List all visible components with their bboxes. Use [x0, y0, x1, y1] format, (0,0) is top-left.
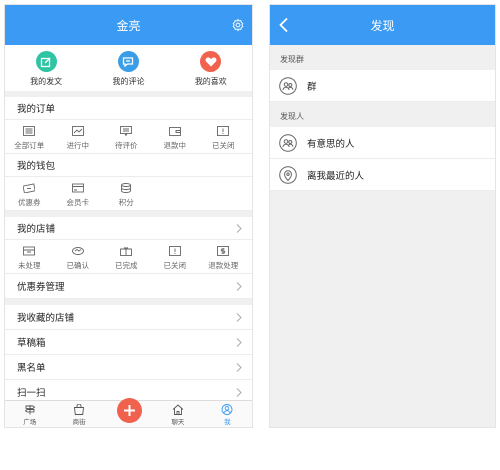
house-icon	[172, 404, 184, 415]
section-label: 发现群	[270, 45, 495, 70]
discover-screen: 发现 发现群 群 发现人 有意思的人 离我最近的人	[269, 4, 496, 428]
shop-row: 未处理 已确认 已完成 已关闭 退款处理	[5, 240, 252, 274]
page-title: 金亮	[116, 18, 141, 33]
chevron-right-icon	[236, 313, 242, 322]
wallet-membership-card[interactable]: 会员卡	[54, 177, 103, 210]
tab-street[interactable]: 商街	[54, 401, 103, 427]
edit-icon	[35, 51, 57, 72]
shop-title[interactable]: 我的店铺	[5, 217, 252, 240]
bag-icon	[74, 404, 85, 415]
blacklist-row[interactable]: 黑名单	[5, 355, 252, 380]
tab-plaza[interactable]: 广场	[5, 401, 54, 427]
alert-icon	[217, 126, 230, 136]
orders-title[interactable]: 我的订单	[5, 97, 252, 120]
back-chevron-icon[interactable]	[278, 17, 290, 33]
wallet-coupon[interactable]: 优惠券	[5, 177, 54, 210]
order-in-progress[interactable]: 进行中	[54, 120, 103, 153]
signpost-icon	[24, 405, 35, 415]
nearby-people-row[interactable]: 离我最近的人	[270, 159, 495, 191]
my-posts-button[interactable]: 我的发文	[5, 45, 87, 91]
favorite-shops-row[interactable]: 我收藏的店铺	[5, 305, 252, 330]
quick-label: 我的喜欢	[194, 77, 227, 86]
profile-screen: 金亮 我的发文 我的评论 我的喜欢 我的订单 全部订单 进行中 待评价 退款中 …	[4, 4, 253, 428]
gear-icon[interactable]	[231, 18, 245, 32]
people-icon	[279, 133, 297, 152]
person-icon	[221, 404, 233, 415]
profile-header: 金亮	[5, 5, 252, 45]
tab-chat[interactable]: 聊天	[153, 401, 202, 427]
shop-closed[interactable]: 已关闭	[151, 240, 200, 273]
quick-actions: 我的发文 我的评论 我的喜欢	[5, 45, 252, 91]
shop-refund-handling[interactable]: 退款处理	[199, 240, 248, 273]
wallet-title[interactable]: 我的钱包	[5, 154, 252, 177]
heart-icon	[200, 51, 222, 72]
coins-icon	[121, 183, 132, 193]
dollar-icon	[217, 246, 230, 256]
page-title: 发现	[370, 18, 395, 33]
coupon-manage-row[interactable]: 优惠券管理	[5, 274, 252, 299]
chevron-right-icon	[236, 363, 242, 372]
drafts-row[interactable]: 草稿箱	[5, 330, 252, 355]
shop-confirmed[interactable]: 已确认	[54, 240, 103, 273]
tab-me[interactable]: 我	[203, 401, 252, 427]
quick-label: 我的评论	[112, 77, 145, 86]
order-all[interactable]: 全部订单	[5, 120, 54, 153]
alert-icon	[168, 246, 181, 256]
more-list: 我收藏的店铺 草稿箱 黑名单 扫一扫	[5, 305, 252, 405]
my-likes-button[interactable]: 我的喜欢	[170, 45, 252, 91]
chat-icon	[117, 51, 139, 72]
shop-completed[interactable]: 已完成	[102, 240, 151, 273]
coupon-icon	[23, 183, 36, 193]
trend-icon	[71, 126, 84, 136]
plus-icon	[124, 405, 135, 416]
gift-icon	[120, 247, 133, 256]
discover-group-row[interactable]: 群	[270, 70, 495, 102]
quick-label: 我的发文	[30, 77, 63, 86]
interesting-people-row[interactable]: 有意思的人	[270, 127, 495, 159]
chevron-right-icon	[236, 282, 242, 291]
order-refunding[interactable]: 退款中	[151, 120, 200, 153]
comment-icon	[120, 126, 133, 136]
chevron-right-icon	[236, 338, 242, 347]
shop-section: 我的店铺 未处理 已确认 已完成 已关闭 退款处理 优惠券管理	[5, 217, 252, 299]
group-icon	[279, 76, 297, 95]
chevron-right-icon	[236, 224, 242, 233]
chevron-right-icon	[236, 388, 242, 397]
orders-section: 我的订单 全部订单 进行中 待评价 退款中 已关闭 我的钱包 优惠券 会员卡 积…	[5, 97, 252, 211]
order-to-review[interactable]: 待评价	[102, 120, 151, 153]
wallet-points[interactable]: 积分	[102, 177, 151, 210]
list-icon	[23, 126, 36, 136]
my-comments-button[interactable]: 我的评论	[87, 45, 169, 91]
discover-header: 发现	[270, 5, 495, 45]
order-closed[interactable]: 已关闭	[199, 120, 248, 153]
inbox-icon	[23, 246, 36, 256]
card-icon	[71, 183, 84, 193]
add-post-button[interactable]	[117, 398, 142, 423]
section-label: 发现人	[270, 102, 495, 127]
orders-row: 全部订单 进行中 待评价 退款中 已关闭	[5, 120, 252, 154]
wallet-row: 优惠券 会员卡 积分	[5, 177, 252, 211]
wallet-icon	[168, 127, 181, 136]
shop-unprocessed[interactable]: 未处理	[5, 240, 54, 273]
location-icon	[279, 165, 297, 184]
handshake-icon	[71, 247, 84, 255]
